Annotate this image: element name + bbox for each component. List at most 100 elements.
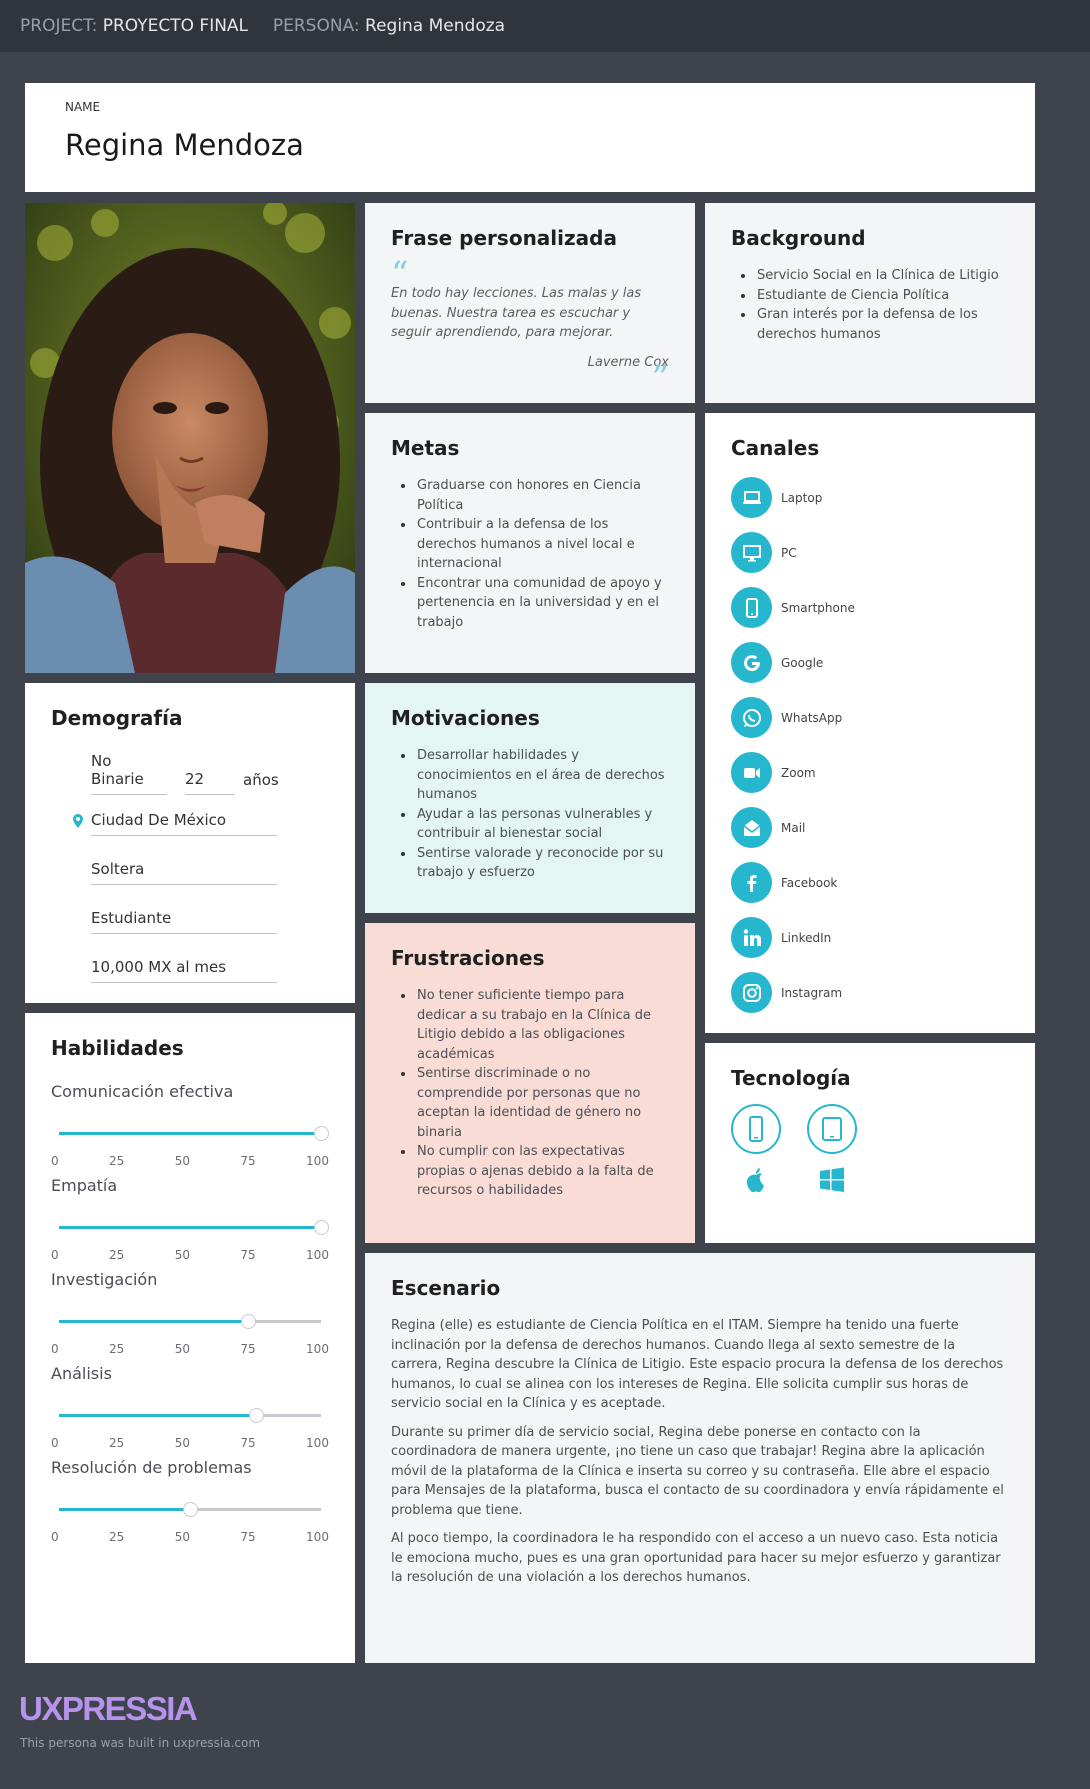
skill-name: Investigación <box>51 1270 158 1289</box>
motivation-item: Sentirse valorade y reconocide por su tr… <box>415 844 669 883</box>
skill-tick-label: 25 <box>109 1248 125 1262</box>
motivations-title: Motivaciones <box>391 706 540 730</box>
goals-title: Metas <box>391 436 460 460</box>
skill-tick-label: 100 <box>306 1342 329 1356</box>
age-field: 22 <box>185 770 235 795</box>
channel-label: Laptop <box>781 490 823 505</box>
skill-slider-handle[interactable] <box>314 1126 329 1141</box>
skill-slider-track[interactable] <box>59 1314 321 1329</box>
channel-label: LinkedIn <box>781 930 832 945</box>
skill-tick-label: 50 <box>174 1436 190 1450</box>
skill-slider-fill <box>59 1132 321 1135</box>
goal-item: Graduarse con honores en Ciencia Polític… <box>415 476 669 515</box>
skill-tick-label: 25 <box>109 1436 125 1450</box>
mail-icon <box>731 807 772 848</box>
background-item: Gran interés por la defensa de los derec… <box>755 305 1009 344</box>
project-value: PROYECTO FINAL <box>102 16 249 36</box>
quote-author: Laverne Cox <box>587 354 669 370</box>
technology-card: Tecnología <box>705 1043 1035 1243</box>
skill-name: Análisis <box>51 1364 112 1383</box>
skill-scale: 0 25 50 75 100 <box>51 1342 329 1356</box>
location-pin-icon <box>73 814 83 828</box>
frustrations-card: Frustraciones No tener suficiente tiempo… <box>365 923 695 1243</box>
skill-tick-label: 75 <box>240 1154 256 1168</box>
facebook-icon <box>731 862 772 903</box>
channel-item: Mail <box>731 800 1009 855</box>
channel-item: LinkedIn <box>731 910 1009 965</box>
scenario-paragraph: Al poco tiempo, la coordinadora le ha re… <box>391 1531 1001 1585</box>
motivations-card: Motivaciones Desarrollar habilidades y c… <box>365 683 695 913</box>
quote-card: Frase personalizada “ En todo hay leccio… <box>365 203 695 403</box>
skill-slider-track[interactable] <box>59 1502 321 1517</box>
skill-tick-label: 75 <box>240 1248 256 1262</box>
skill-slider-fill <box>59 1226 321 1229</box>
quote-text: En todo hay lecciones. Las malas y las b… <box>391 286 642 340</box>
channel-item: Facebook <box>731 855 1009 910</box>
channel-item: WhatsApp <box>731 690 1009 745</box>
channel-item: PC <box>731 525 1009 580</box>
skill-tick-label: 50 <box>174 1154 190 1168</box>
built-by-text: This persona was built in uxpressia.com <box>20 1736 261 1750</box>
motivation-item: Desarrollar habilidades y conocimientos … <box>415 746 669 805</box>
quote-title: Frase personalizada <box>391 226 617 250</box>
scenario-card: Escenario Regina (elle) es estudiante de… <box>365 1253 1035 1663</box>
skill-slider-track[interactable] <box>59 1126 329 1141</box>
channel-label: Zoom <box>781 765 816 780</box>
skill-slider-track[interactable] <box>59 1220 329 1235</box>
persona-label: PERSONA: <box>272 16 360 36</box>
persona-value: Regina Mendoza <box>365 16 506 36</box>
uxpressia-logo[interactable]: UXPRESSIA <box>19 1690 198 1728</box>
skill-tick-label: 25 <box>109 1342 125 1356</box>
channel-item: Laptop <box>731 470 1009 525</box>
desktop-icon <box>731 532 772 573</box>
demographics-card: Demografía No Binarie 22 años Ciudad De … <box>25 683 355 1003</box>
channels-card: Canales Laptop PC Smartphone Google What… <box>705 413 1035 1033</box>
skill-slider-handle[interactable] <box>183 1502 198 1517</box>
skill-scale: 0 25 50 75 100 <box>51 1530 329 1544</box>
gender-field: No Binarie <box>91 752 167 795</box>
persona-name: Regina Mendoza <box>65 128 304 162</box>
skill-tick-label: 100 <box>306 1154 329 1168</box>
skill-tick-label: 100 <box>306 1530 329 1544</box>
channel-item: Instagram <box>731 965 1009 1020</box>
channel-label: Instagram <box>781 985 843 1000</box>
location-field: Ciudad De México <box>91 811 277 836</box>
background-item: Estudiante de Ciencia Política <box>755 286 1009 306</box>
channel-label: Google <box>781 655 824 670</box>
technology-title: Tecnología <box>731 1066 851 1090</box>
occupation-field: Estudiante <box>91 909 277 934</box>
skill-item: Empatía 0 25 50 75 100 <box>51 1176 329 1262</box>
skill-tick-label: 75 <box>240 1530 256 1544</box>
skill-slider-handle[interactable] <box>248 1408 264 1423</box>
skill-item: Análisis 0 25 50 75 100 <box>51 1364 329 1450</box>
channel-item: Smartphone <box>731 580 1009 635</box>
whatsapp-icon <box>731 697 772 738</box>
goal-item: Contribuir a la defensa de los derechos … <box>415 515 669 574</box>
skill-name: Comunicación efectiva <box>51 1082 234 1101</box>
background-card: Background Servicio Social en la Clínica… <box>705 203 1035 403</box>
tech-item <box>731 1104 781 1196</box>
skill-slider-track[interactable] <box>59 1408 321 1423</box>
skill-slider-fill <box>59 1414 256 1417</box>
skill-slider-fill <box>59 1508 190 1511</box>
skill-slider-handle[interactable] <box>314 1220 329 1235</box>
channel-label: Facebook <box>781 875 838 890</box>
goals-card: Metas Graduarse con honores en Ciencia P… <box>365 413 695 673</box>
linkedin-icon <box>731 917 772 958</box>
skill-tick-label: 25 <box>109 1154 125 1168</box>
status-field: Soltera <box>91 860 277 885</box>
name-label: NAME <box>65 100 101 114</box>
tablet-icon <box>807 1104 857 1154</box>
goal-item: Encontrar una comunidad de apoyo y perte… <box>415 574 669 633</box>
motivation-item: Ayudar a las personas vulnerables y cont… <box>415 805 669 844</box>
smartphone-icon <box>731 1104 781 1154</box>
skill-scale: 0 25 50 75 100 <box>51 1436 329 1450</box>
skill-tick-label: 75 <box>240 1436 256 1450</box>
channel-label: WhatsApp <box>781 710 843 725</box>
skill-tick-label: 0 <box>51 1248 59 1262</box>
smartphone-icon <box>731 587 772 628</box>
skill-item: Investigación 0 25 50 75 100 <box>51 1270 329 1356</box>
skill-slider-handle[interactable] <box>240 1314 256 1329</box>
skills-card: Habilidades Comunicación efectiva 0 25 50 75… <box>25 1013 355 1663</box>
skill-item: Comunicación efectiva 0 25 50 75 100 <box>51 1082 329 1168</box>
